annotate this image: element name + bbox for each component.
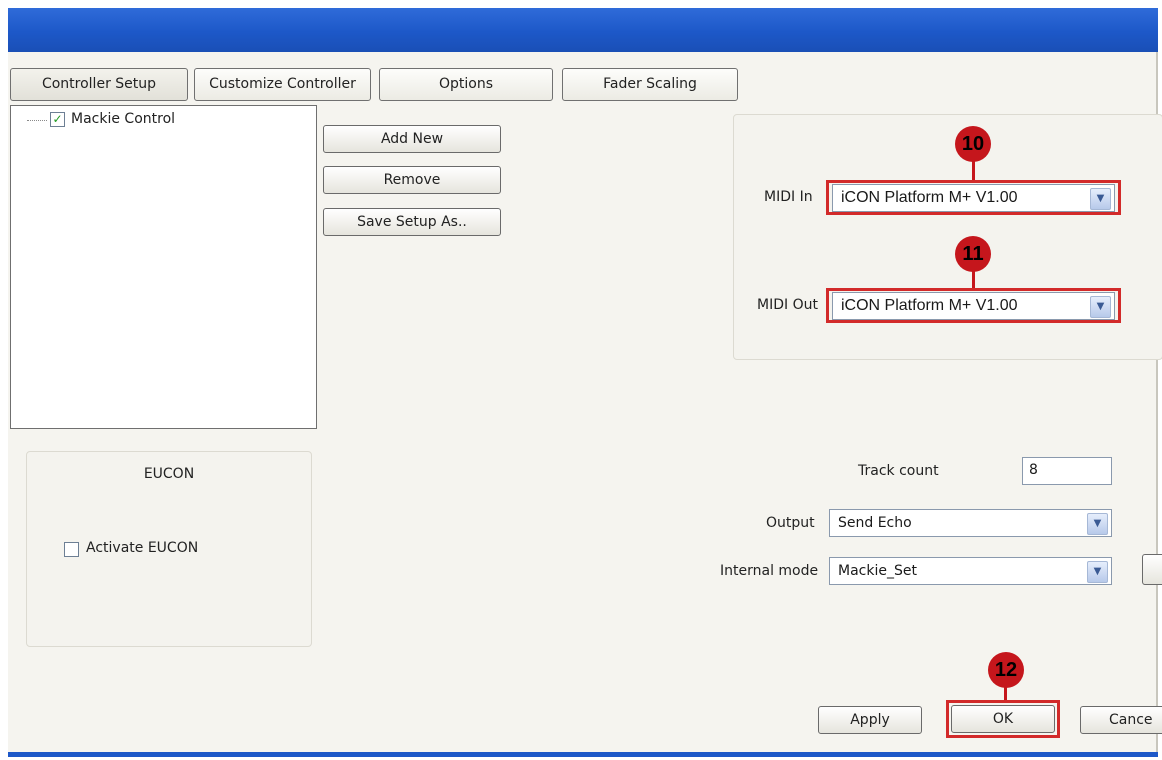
chevron-down-icon[interactable]: ▼ <box>1087 513 1108 535</box>
extra-button[interactable] <box>1142 554 1162 585</box>
eucon-title: EUCON <box>143 466 195 482</box>
callout-stem <box>1004 686 1007 700</box>
output-value: Send Echo <box>838 515 912 531</box>
tree-connector <box>27 120 47 121</box>
tab-customize-controller[interactable]: Customize Controller <box>194 68 371 101</box>
track-count-value: 8 <box>1029 462 1038 478</box>
chevron-down-icon[interactable]: ▼ <box>1090 296 1111 318</box>
midi-in-label: MIDI In <box>764 189 813 205</box>
callout-stem <box>972 160 975 182</box>
midi-out-value: iCON Platform M+ V1.00 <box>841 297 1018 314</box>
midi-out-select[interactable]: iCON Platform M+ V1.00 ▼ <box>832 292 1115 320</box>
internal-mode-value: Mackie_Set <box>838 563 917 579</box>
internal-mode-label: Internal mode <box>720 563 819 579</box>
callout-stem <box>972 270 975 290</box>
midi-in-select[interactable]: iCON Platform M+ V1.00 ▼ <box>832 184 1115 212</box>
internal-mode-select[interactable]: Mackie_Set ▼ <box>829 557 1112 585</box>
output-label: Output <box>766 515 815 531</box>
activate-eucon-label[interactable]: Activate EUCON <box>86 540 198 556</box>
title-bar <box>8 8 1158 52</box>
midi-in-value: iCON Platform M+ V1.00 <box>841 189 1018 206</box>
save-setup-as-button[interactable]: Save Setup As.. <box>323 208 501 236</box>
list-item-label[interactable]: Mackie Control <box>71 111 175 127</box>
callout-badge-10: 10 <box>955 126 991 162</box>
tab-controller-setup[interactable]: Controller Setup <box>10 68 188 101</box>
callout-badge-12: 12 <box>988 652 1024 688</box>
track-count-input[interactable]: 8 <box>1022 457 1112 485</box>
callout-badge-11: 11 <box>955 236 991 272</box>
ok-button[interactable]: OK <box>951 705 1055 733</box>
apply-button[interactable]: Apply <box>818 706 922 734</box>
track-count-label: Track count <box>858 463 939 479</box>
mackie-control-checkbox[interactable]: ✓ <box>50 112 65 127</box>
chevron-down-icon[interactable]: ▼ <box>1090 188 1111 210</box>
cancel-button[interactable]: Cance <box>1080 706 1162 734</box>
remove-button[interactable]: Remove <box>323 166 501 194</box>
midi-out-label: MIDI Out <box>757 297 818 313</box>
tab-options[interactable]: Options <box>379 68 553 101</box>
window-bottom-border <box>8 752 1158 757</box>
tab-fader-scaling[interactable]: Fader Scaling <box>562 68 738 101</box>
chevron-down-icon[interactable]: ▼ <box>1087 561 1108 583</box>
midi-panel <box>733 114 1162 360</box>
activate-eucon-checkbox[interactable] <box>64 542 79 557</box>
add-new-button[interactable]: Add New <box>323 125 501 153</box>
controller-list[interactable] <box>10 105 317 429</box>
output-select[interactable]: Send Echo ▼ <box>829 509 1112 537</box>
